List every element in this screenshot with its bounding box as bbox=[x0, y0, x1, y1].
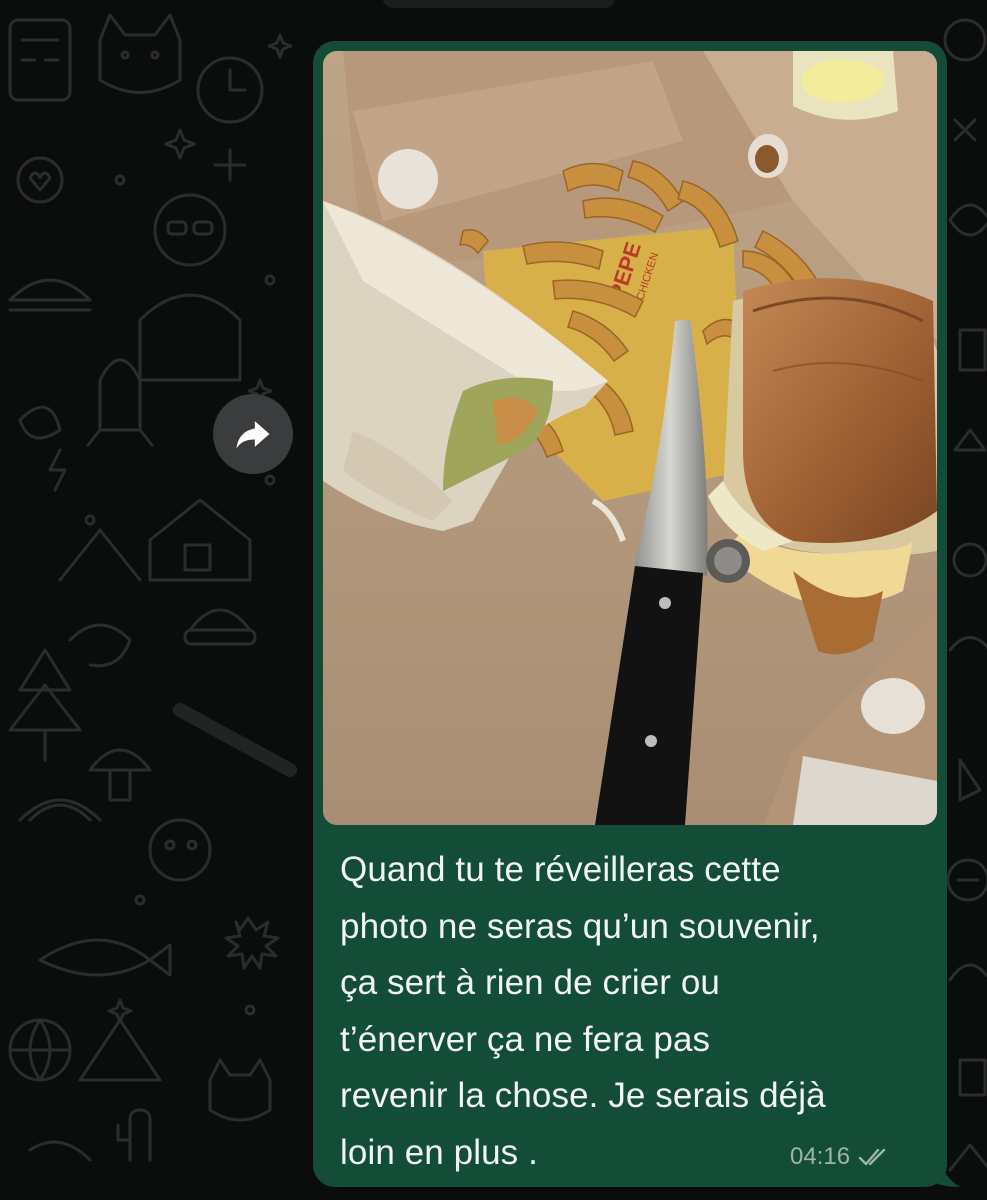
status-bar-notch bbox=[382, 0, 616, 8]
double-check-icon bbox=[858, 1146, 892, 1168]
forward-button[interactable] bbox=[213, 394, 293, 474]
message-meta: 04:16 bbox=[790, 1141, 892, 1173]
food-photo: PEPE CHICKEN bbox=[323, 51, 937, 825]
forward-arrow-icon bbox=[236, 421, 270, 449]
message-timestamp: 04:16 bbox=[790, 1143, 851, 1170]
message-text: Quand tu te réveilleras cette photo ne s… bbox=[340, 850, 826, 1172]
message-photo[interactable]: PEPE CHICKEN bbox=[323, 51, 937, 825]
